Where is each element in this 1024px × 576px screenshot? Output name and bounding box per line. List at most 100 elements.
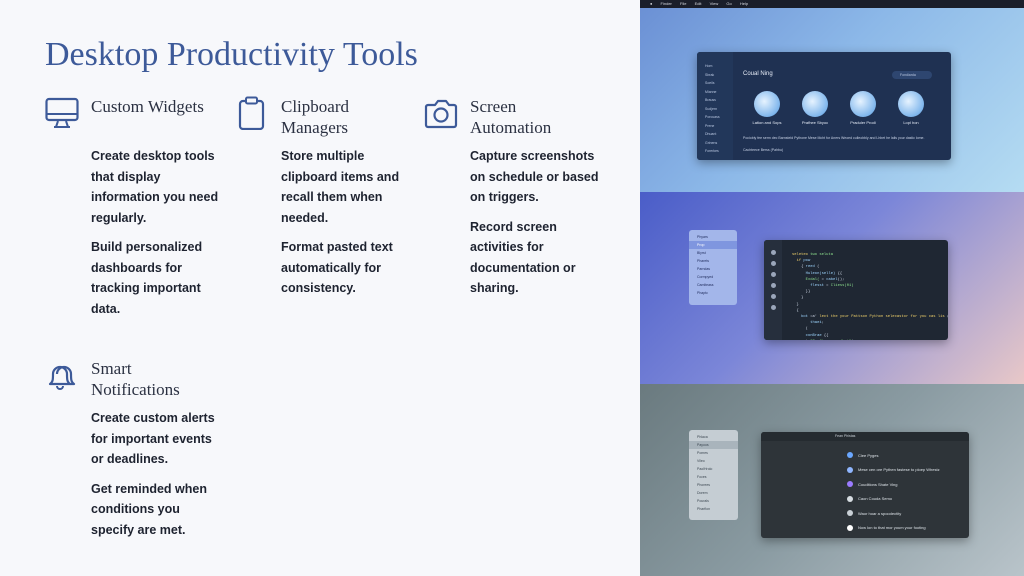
sidebar-item: Dhuant [705,132,717,136]
monitor-icon [45,97,79,128]
window-title: Coual Ning [743,71,773,77]
notification-icon [847,510,853,517]
feature-paragraph: Create desktop tools that display inform… [91,149,219,225]
menu-bar: ● Finder File Edit View Go Help [640,0,1024,8]
tool-icon [770,250,776,255]
code-editor-window: seleteo two seluta if pow { reed ( Huleo… [764,240,948,340]
feature-paragraph: Get reminded when conditions you specify… [91,481,207,537]
notification-row: Caon Couda Semo [847,492,940,507]
app-label: Praduler Prodi [850,120,876,125]
app-label: Lation and Sops [752,120,782,125]
sidebar-item: Sbrak [705,72,715,77]
tool-icon [770,261,776,266]
screenshot-widgets: ● Finder File Edit View Go Help Hom Sbra… [640,0,1024,192]
menu-item: Go [726,1,732,6]
notification-icon [847,481,853,488]
window-checkbox: Cachteece Berss (Pahbu) [743,148,784,152]
tool-icon [770,272,776,277]
notification-row: Clee Pyges [847,448,940,463]
robot-icon [898,91,924,117]
app-label: Lopl hon [903,120,919,125]
sidebar-item: Blyrst [697,251,706,255]
feature-title: Smart Notifications [91,359,180,399]
sidebar-item: Sudjern [705,106,718,111]
feature-paragraph: Record screen activities for documentati… [470,219,576,296]
sidebar-item: Prop [689,241,737,249]
search-box: Fondiarda [892,71,932,79]
menu-item: View [709,1,719,6]
feature-title: Clipboard Managers [281,97,349,137]
sidebar-item: Grinens [705,140,718,145]
sidebar-item: Brauss [705,98,716,102]
notification-icon [847,466,853,473]
window-titlebar: Fean Phistas [761,432,969,441]
page-title: Desktop Productivity Tools [45,36,418,73]
sidebar-item: Pourals [697,499,709,503]
sidebar-item: Phlaca [697,435,708,439]
sidebar-item: Soeils [705,81,715,85]
screenshot-clipboard: Phyars Prop Blyrst Pharets Parndas Cormp… [640,192,1024,384]
menu-item: Help [739,1,749,6]
sidebar-item: Pharfion [697,507,711,511]
sidebar-item: Phaptc [697,291,708,295]
window-description: Pociobly fee serm dec Barnsteld Pythone … [743,136,925,140]
sidebar-item: Camlteass [697,283,714,287]
book-icon [802,91,828,117]
sidebar-item: PaolHrolo [697,467,713,471]
sidebar-item: Hom [705,64,713,68]
sidebar-item: Mianne [705,89,717,94]
feature-paragraph: Capture screenshots on schedule or based… [470,149,599,204]
sidebar-item: Prene [705,123,715,128]
sidebar-item: Phyars [697,235,708,239]
notification-row: Waor hoar a spoodectity [847,506,940,521]
clipboard-sidebar: Phyars Prop Blyrst Pharets Parndas Cormp… [689,230,737,305]
sidebar-item: Pomes [697,451,708,455]
feature-title: Screen Automation [470,97,552,137]
notification-icon [847,452,853,459]
sidebar-item: Foces [697,475,707,479]
window-sidebar: Hom Sbrak Soeils Mianne Brauss Sudjern P… [697,52,733,160]
screenshot-collage: ● Finder File Edit View Go Help Hom Sbra… [640,0,1024,576]
sidebar-item: Parndas [697,267,711,271]
menu-item: Edit [694,1,702,6]
menu-item: File [680,1,687,6]
sidebar-item: Phorees [697,483,711,487]
editor-toolbar [764,240,782,340]
apple-icon: ● [650,1,653,6]
feature-paragraph: Build personalized dashboards for tracki… [91,240,203,316]
screenshot-notifications: Phlaca Payoos Pomes Vileo PaolHrolo Foce… [640,384,1024,576]
chat-icon [850,91,876,117]
menu-item: Finder [660,1,672,6]
notification-window: Fean Phistas Clee Pyges Mese cen ore Pyt… [761,432,969,538]
app-tile: Lation and Sops [743,91,791,125]
app-tile: Lopl hon [887,91,935,125]
feature-paragraph: Store multiple clipboard items and recal… [281,149,400,225]
sidebar-item: Vileo [697,459,705,463]
tool-icon [770,283,776,288]
sidebar-item: Payoos [689,441,738,449]
sidebar-item: Cormpyed [697,275,714,279]
app-tile: Praduler Prodi [839,91,887,125]
app-tile: Prafhee Sbyoc [791,91,839,125]
clipboard-icon [238,96,265,130]
sidebar-item: Porcuass [705,115,720,119]
notification-icon [847,524,853,531]
bell-icon [48,365,76,390]
code-block: seleteo two seluta if pow { reed ( Huleo… [792,253,948,340]
feature-title: Custom Widgets [91,97,204,116]
notification-sidebar: Phlaca Payoos Pomes Vileo PaolHrolo Foce… [689,430,738,520]
camera-icon [424,99,458,129]
app-label: Prafhee Sbyoc [801,120,829,125]
widget-window: Hom Sbrak Soeils Mianne Brauss Sudjern P… [697,52,951,160]
notification-icon [847,495,853,502]
sidebar-item: Dorem [697,491,708,495]
tool-icon [770,305,776,310]
sidebar-item: Pharets [697,259,710,263]
feature-paragraph: Format pasted text automatically for con… [281,240,393,295]
notification-row: Now lon to that mor youm your footing [847,521,940,536]
sidebar-item: Forerkes [705,149,719,153]
notification-row: Couditions Shate Ving [847,477,940,492]
tool-icon [770,294,776,299]
notification-row: Mese cen ore Pythen fastese to ploep Whe… [847,463,940,478]
app-icon [754,91,780,117]
